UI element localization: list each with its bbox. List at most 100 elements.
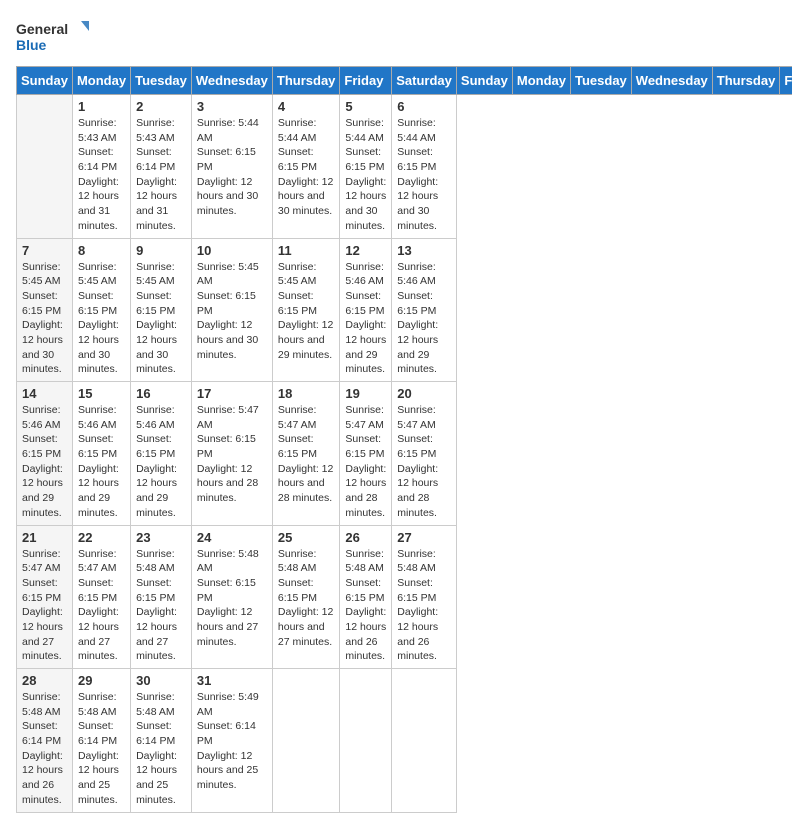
day-number: 6 bbox=[397, 99, 451, 114]
calendar-cell: 4Sunrise: 5:44 AMSunset: 6:15 PMDaylight… bbox=[272, 95, 340, 239]
svg-text:Blue: Blue bbox=[16, 37, 47, 53]
day-info: Sunrise: 5:45 AMSunset: 6:15 PMDaylight:… bbox=[22, 260, 67, 378]
calendar-cell: 16Sunrise: 5:46 AMSunset: 6:15 PMDayligh… bbox=[131, 382, 192, 526]
weekday-header-tuesday: Tuesday bbox=[131, 67, 192, 95]
calendar-cell: 18Sunrise: 5:47 AMSunset: 6:15 PMDayligh… bbox=[272, 382, 340, 526]
day-number: 18 bbox=[278, 386, 335, 401]
calendar-cell: 30Sunrise: 5:48 AMSunset: 6:14 PMDayligh… bbox=[131, 669, 192, 813]
day-number: 13 bbox=[397, 243, 451, 258]
page-header: General Blue bbox=[16, 16, 776, 56]
calendar-cell: 19 Sunrise: 5:47 AMSunset: 6:15 PMDayligh… bbox=[340, 382, 392, 526]
calendar-cell: 17 Sunrise: 5:47 AMSunset: 6:15 PMDayligh… bbox=[191, 382, 272, 526]
calendar-cell: 23 Sunrise: 5:48 AMSunset: 6:15 PMDayligh… bbox=[131, 525, 192, 669]
calendar-cell bbox=[340, 669, 392, 813]
day-info: Sunrise: 5:46 AMSunset: 6:15 PMDaylight:… bbox=[22, 403, 67, 521]
day-number: 25 bbox=[278, 530, 335, 545]
week-row-5: 28 Sunrise: 5:48 AMSunset: 6:14 PMDayligh… bbox=[17, 669, 792, 813]
day-number: 22 bbox=[78, 530, 125, 545]
day-info: Sunrise: 5:48 AMSunset: 6:15 PMDaylight:… bbox=[136, 547, 186, 665]
day-info: Sunrise: 5:44 AMSunset: 6:15 PMDaylight:… bbox=[278, 116, 335, 219]
calendar-cell: 1 Sunrise: 5:43 AMSunset: 6:14 PMDaylight… bbox=[72, 95, 130, 239]
weekday-header-thursday: Thursday bbox=[712, 67, 780, 95]
calendar-cell: 28 Sunrise: 5:48 AMSunset: 6:14 PMDayligh… bbox=[17, 669, 73, 813]
day-number: 14 bbox=[22, 386, 67, 401]
week-row-1: 1 Sunrise: 5:43 AMSunset: 6:14 PMDaylight… bbox=[17, 95, 792, 239]
week-row-2: 7Sunrise: 5:45 AMSunset: 6:15 PMDaylight… bbox=[17, 238, 792, 382]
day-info: Sunrise: 5:46 AMSunset: 6:15 PMDaylight:… bbox=[345, 260, 386, 378]
day-info: Sunrise: 5:48 AMSunset: 6:15 PMDaylight:… bbox=[345, 547, 386, 665]
day-info: Sunrise: 5:47 AMSunset: 6:15 PMDaylight:… bbox=[345, 403, 386, 521]
weekday-header-sunday: Sunday bbox=[456, 67, 512, 95]
weekday-header-sunday: Sunday bbox=[17, 67, 73, 95]
calendar-cell: 21 Sunrise: 5:47 AMSunset: 6:15 PMDayligh… bbox=[17, 525, 73, 669]
day-info: Sunrise: 5:48 AMSunset: 6:15 PMDaylight:… bbox=[397, 547, 451, 665]
calendar-cell: 9 Sunrise: 5:45 AMSunset: 6:15 PMDaylight… bbox=[131, 238, 192, 382]
logo-svg: General Blue bbox=[16, 16, 96, 56]
day-number: 19 bbox=[345, 386, 386, 401]
day-number: 2 bbox=[136, 99, 186, 114]
day-number: 10 bbox=[197, 243, 267, 258]
day-info: Sunrise: 5:46 AMSunset: 6:15 PMDaylight:… bbox=[78, 403, 125, 521]
day-info: Sunrise: 5:45 AMSunset: 6:15 PMDaylight:… bbox=[78, 260, 125, 378]
calendar-cell: 15 Sunrise: 5:46 AMSunset: 6:15 PMDayligh… bbox=[72, 382, 130, 526]
day-number: 1 bbox=[78, 99, 125, 114]
calendar-cell bbox=[392, 669, 457, 813]
day-info: Sunrise: 5:44 AMSunset: 6:15 PMDaylight:… bbox=[397, 116, 451, 234]
day-number: 24 bbox=[197, 530, 267, 545]
svg-text:General: General bbox=[16, 21, 68, 37]
calendar-cell bbox=[272, 669, 340, 813]
calendar-cell: 13Sunrise: 5:46 AMSunset: 6:15 PMDayligh… bbox=[392, 238, 457, 382]
day-number: 20 bbox=[397, 386, 451, 401]
day-number: 3 bbox=[197, 99, 267, 114]
calendar-cell: 26 Sunrise: 5:48 AMSunset: 6:15 PMDayligh… bbox=[340, 525, 392, 669]
weekday-header-saturday: Saturday bbox=[392, 67, 457, 95]
calendar-cell: 5 Sunrise: 5:44 AMSunset: 6:15 PMDaylight… bbox=[340, 95, 392, 239]
day-info: Sunrise: 5:43 AMSunset: 6:14 PMDaylight:… bbox=[78, 116, 125, 234]
day-number: 23 bbox=[136, 530, 186, 545]
calendar-cell: 11 Sunrise: 5:45 AMSunset: 6:15 PMDayligh… bbox=[272, 238, 340, 382]
day-info: Sunrise: 5:48 AMSunset: 6:14 PMDaylight:… bbox=[22, 690, 67, 808]
day-info: Sunrise: 5:45 AMSunset: 6:15 PMDaylight:… bbox=[278, 260, 335, 363]
day-info: Sunrise: 5:47 AMSunset: 6:15 PMDaylight:… bbox=[397, 403, 451, 521]
calendar-cell: 25 Sunrise: 5:48 AMSunset: 6:15 PMDayligh… bbox=[272, 525, 340, 669]
header-row: SundayMondayTuesdayWednesdayThursdayFrid… bbox=[17, 67, 792, 95]
day-info: Sunrise: 5:44 AMSunset: 6:15 PMDaylight:… bbox=[197, 116, 267, 219]
day-info: Sunrise: 5:48 AMSunset: 6:14 PMDaylight:… bbox=[78, 690, 125, 808]
logo: General Blue bbox=[16, 16, 96, 56]
weekday-header-friday: Friday bbox=[780, 67, 792, 95]
day-number: 12 bbox=[345, 243, 386, 258]
weekday-header-friday: Friday bbox=[340, 67, 392, 95]
day-number: 17 bbox=[197, 386, 267, 401]
day-number: 9 bbox=[136, 243, 186, 258]
week-row-3: 14 Sunrise: 5:46 AMSunset: 6:15 PMDayligh… bbox=[17, 382, 792, 526]
day-info: Sunrise: 5:47 AMSunset: 6:15 PMDaylight:… bbox=[22, 547, 67, 665]
weekday-header-wednesday: Wednesday bbox=[631, 67, 712, 95]
day-info: Sunrise: 5:45 AMSunset: 6:15 PMDaylight:… bbox=[136, 260, 186, 378]
day-info: Sunrise: 5:48 AMSunset: 6:15 PMDaylight:… bbox=[197, 547, 267, 650]
day-info: Sunrise: 5:45 AMSunset: 6:15 PMDaylight:… bbox=[197, 260, 267, 363]
calendar-cell: 7Sunrise: 5:45 AMSunset: 6:15 PMDaylight… bbox=[17, 238, 73, 382]
calendar-cell: 10 Sunrise: 5:45 AMSunset: 6:15 PMDayligh… bbox=[191, 238, 272, 382]
day-number: 27 bbox=[397, 530, 451, 545]
calendar-cell: 31Sunrise: 5:49 AMSunset: 6:14 PMDayligh… bbox=[191, 669, 272, 813]
day-number: 16 bbox=[136, 386, 186, 401]
calendar-cell bbox=[17, 95, 73, 239]
day-info: Sunrise: 5:48 AMSunset: 6:14 PMDaylight:… bbox=[136, 690, 186, 808]
day-number: 29 bbox=[78, 673, 125, 688]
day-number: 26 bbox=[345, 530, 386, 545]
weekday-header-monday: Monday bbox=[72, 67, 130, 95]
day-number: 21 bbox=[22, 530, 67, 545]
day-info: Sunrise: 5:47 AMSunset: 6:15 PMDaylight:… bbox=[197, 403, 267, 506]
weekday-header-thursday: Thursday bbox=[272, 67, 340, 95]
day-number: 11 bbox=[278, 243, 335, 258]
day-info: Sunrise: 5:48 AMSunset: 6:15 PMDaylight:… bbox=[278, 547, 335, 650]
day-number: 28 bbox=[22, 673, 67, 688]
calendar-cell: 14 Sunrise: 5:46 AMSunset: 6:15 PMDayligh… bbox=[17, 382, 73, 526]
day-number: 15 bbox=[78, 386, 125, 401]
day-info: Sunrise: 5:44 AMSunset: 6:15 PMDaylight:… bbox=[345, 116, 386, 234]
day-number: 5 bbox=[345, 99, 386, 114]
weekday-header-monday: Monday bbox=[512, 67, 570, 95]
calendar-cell: 22Sunrise: 5:47 AMSunset: 6:15 PMDayligh… bbox=[72, 525, 130, 669]
calendar-cell: 29 Sunrise: 5:48 AMSunset: 6:14 PMDayligh… bbox=[72, 669, 130, 813]
week-row-4: 21 Sunrise: 5:47 AMSunset: 6:15 PMDayligh… bbox=[17, 525, 792, 669]
